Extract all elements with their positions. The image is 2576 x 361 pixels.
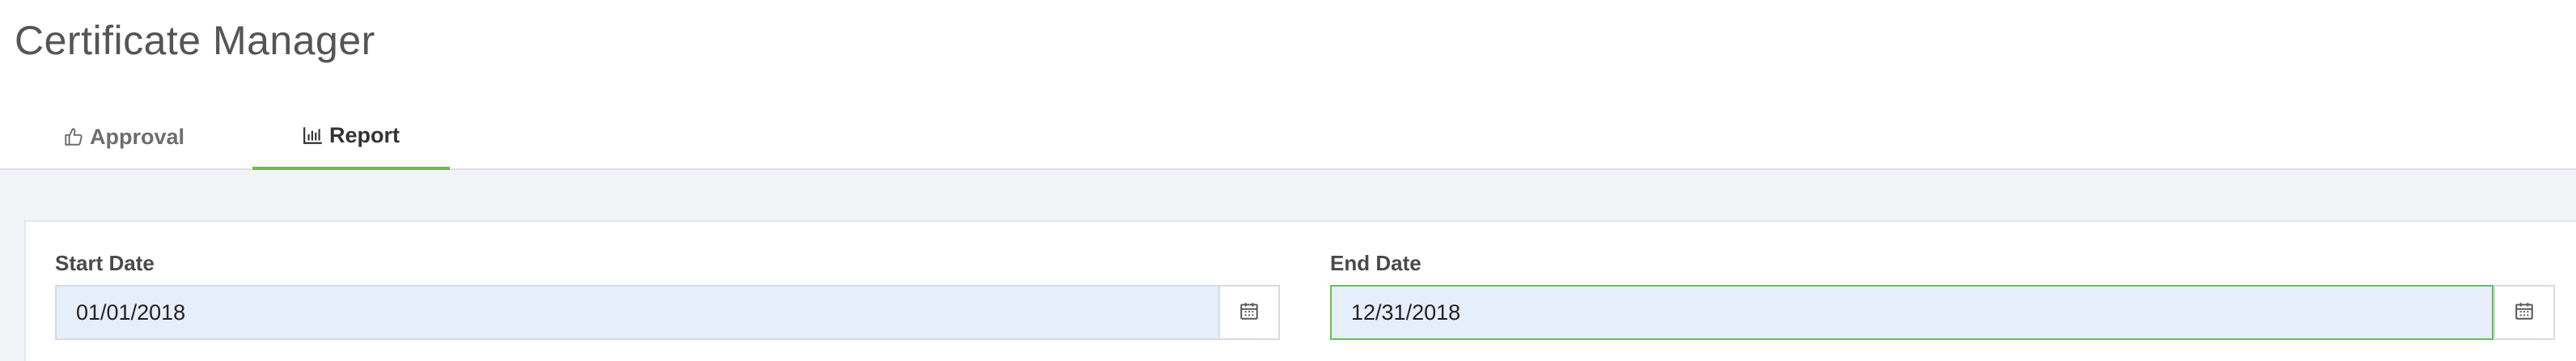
date-range-panel: Start Date End Date bbox=[24, 220, 2576, 361]
report-content: Start Date End Date bbox=[0, 170, 2576, 361]
calendar-icon bbox=[2514, 300, 2535, 325]
end-date-group bbox=[1330, 285, 2555, 340]
tab-report-label: Report bbox=[329, 122, 400, 147]
tab-bar: Approval Report bbox=[0, 104, 2576, 171]
bar-chart-icon bbox=[303, 125, 324, 146]
tab-approval[interactable]: Approval bbox=[55, 104, 193, 170]
end-date-input[interactable] bbox=[1330, 285, 2493, 340]
end-date-calendar-button[interactable] bbox=[2493, 285, 2555, 340]
page-title: Certificate Manager bbox=[15, 18, 375, 63]
start-date-group bbox=[55, 285, 1280, 340]
start-date-label: Start Date bbox=[55, 251, 155, 275]
tab-report[interactable]: Report bbox=[252, 104, 450, 171]
thumbs-up-icon bbox=[63, 126, 84, 147]
start-date-calendar-button[interactable] bbox=[1218, 285, 1280, 340]
calendar-icon bbox=[1239, 300, 1260, 325]
tab-approval-label: Approval bbox=[89, 124, 185, 149]
end-date-label: End Date bbox=[1330, 251, 1421, 275]
start-date-input[interactable] bbox=[55, 285, 1218, 340]
